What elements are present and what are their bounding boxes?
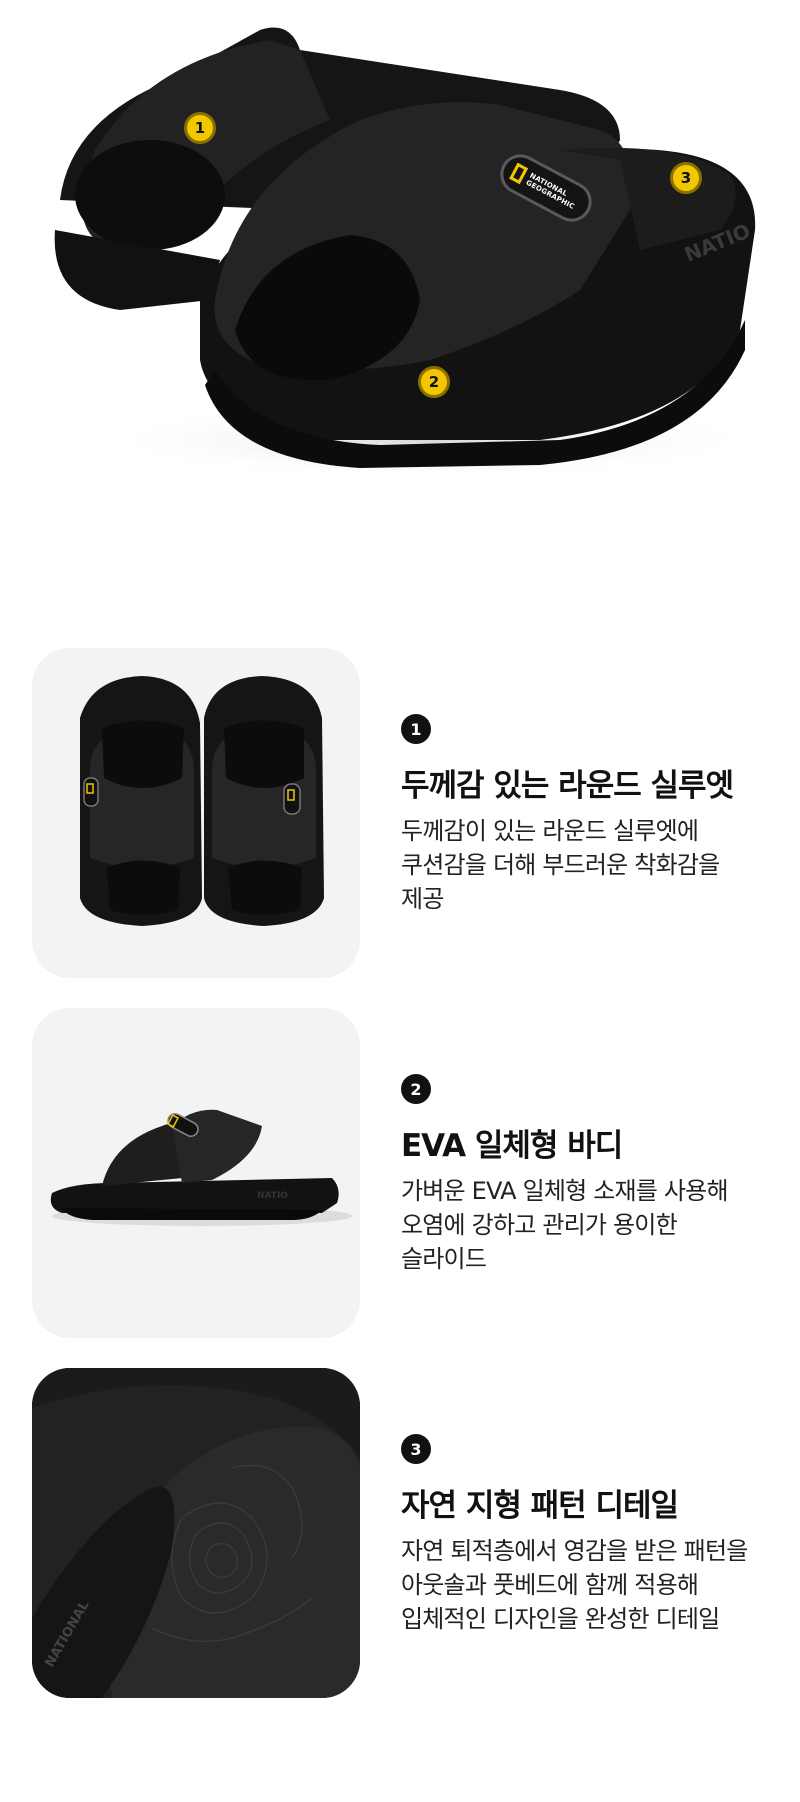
feature-3-desc-line: 아웃솔과 풋베드에 함께 적용해 xyxy=(401,1571,699,1599)
feature-3-number-icon: 3 xyxy=(401,1434,431,1464)
feature-2-photo: NATIO xyxy=(32,1008,360,1338)
feature-2-desc-line: 오염에 강하고 관리가 용이한 xyxy=(401,1211,678,1239)
feature-2-description: 가벼운 EVA 일체형 소재를 사용해 오염에 강하고 관리가 용이한 슬라이드 xyxy=(401,1174,781,1276)
feature-terrain-pattern: NATIONAL 3 자연 지형 패턴 디테일 자연 퇴적층에서 영감을 받은 … xyxy=(0,1368,800,1698)
feature-1-description: 두께감이 있는 라운드 실루엣에 쿠션감을 더해 부드러운 착화감을 제공 xyxy=(401,814,781,916)
feature-2-desc-line: 슬라이드 xyxy=(401,1245,487,1273)
feature-3-desc-line: 입체적인 디자인을 완성한 디테일 xyxy=(401,1605,720,1633)
slide-side-view: NATIO xyxy=(50,1109,352,1226)
feature-2-title: EVA 일체형 바디 xyxy=(401,1128,623,1164)
feature-3-photo: NATIONAL xyxy=(32,1368,360,1698)
feature-1-desc-line: 두께감이 있는 라운드 실루엣에 xyxy=(401,817,699,845)
feature-3-title: 자연 지형 패턴 디테일 xyxy=(401,1488,679,1524)
hero-product-image: NATIO 1 2 3 NATIONAL GEOGRAPHIC xyxy=(0,0,800,560)
feature-1-number-icon: 1 xyxy=(401,714,431,744)
feature-1-desc-line: 쿠션감을 더해 부드러운 착화감을 xyxy=(401,851,720,879)
feature-eva-body: NATIO 2 EVA 일체형 바디 가벼운 EVA 일체형 소재를 사용해 오… xyxy=(0,1008,800,1338)
feature-2-desc-line: 가벼운 EVA 일체형 소재를 사용해 xyxy=(401,1177,729,1205)
slide-pair-illustration: NATIO xyxy=(54,27,760,480)
brand-frame-icon xyxy=(509,162,529,185)
feature-1-photo xyxy=(32,648,360,978)
marker-2-icon: 2 xyxy=(418,366,450,398)
svg-text:NATIO: NATIO xyxy=(257,1191,288,1201)
feature-3-desc-line: 자연 퇴적층에서 영감을 받은 패턴을 xyxy=(401,1537,748,1565)
footbed-closeup: NATIONAL xyxy=(32,1368,360,1698)
feature-1-desc-line: 제공 xyxy=(401,885,444,913)
feature-round-silhouette: 1 두께감 있는 라운드 실루엣 두께감이 있는 라운드 실루엣에 쿠션감을 더… xyxy=(0,648,800,978)
feature-1-title: 두께감 있는 라운드 실루엣 xyxy=(401,768,734,804)
marker-3-icon: 3 xyxy=(670,162,702,194)
marker-1-icon: 1 xyxy=(184,112,216,144)
feature-2-number-icon: 2 xyxy=(401,1074,431,1104)
slides-top-view xyxy=(80,676,324,926)
feature-3-description: 자연 퇴적층에서 영감을 받은 패턴을 아웃솔과 풋베드에 함께 적용해 입체적… xyxy=(401,1534,781,1636)
